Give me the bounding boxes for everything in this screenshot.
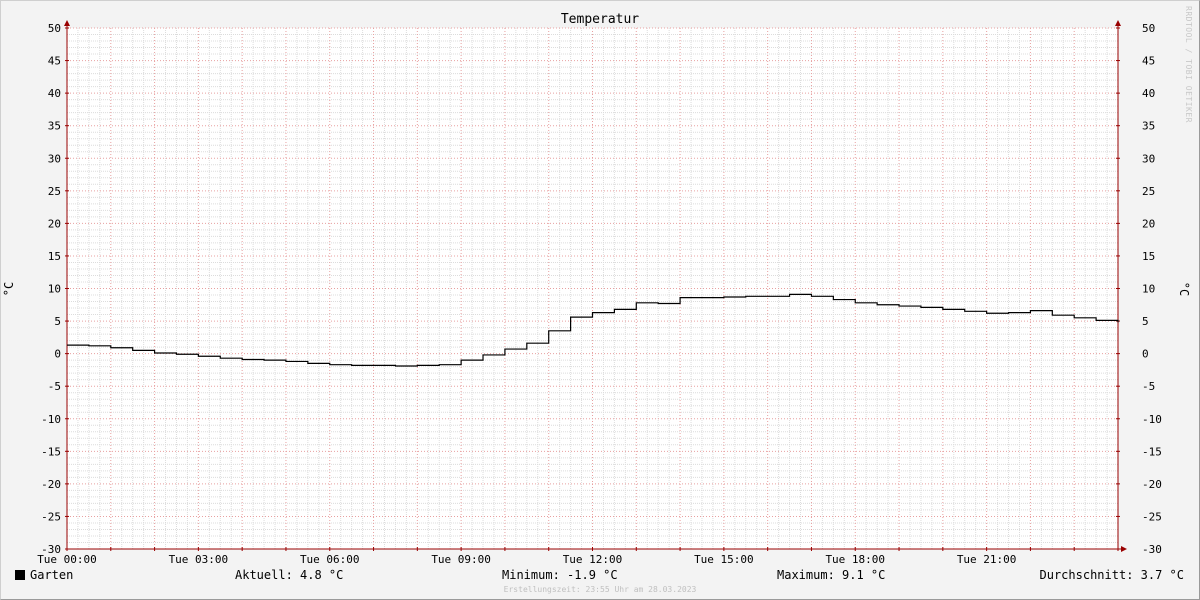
y-tick-label-left: -20 [41,478,61,491]
y-tick-label-right: 20 [1142,217,1155,230]
y-tick-label-right: -5 [1142,380,1155,393]
legend-swatch [15,570,25,580]
y-tick-label-left: 45 [48,55,61,68]
y-tick-label-right: 5 [1142,315,1149,328]
x-tick-label: Tue 12:00 [563,553,623,565]
watermark: RRDTOOL / TOBI OETIKER [1184,6,1193,123]
y-tick-label-right: -15 [1142,445,1162,458]
chart-title: Temperatur [561,12,639,27]
y-tick-label-left: 50 [48,22,61,35]
y-tick-label-right: 15 [1142,250,1155,263]
y-axis-arrow-right [1115,20,1121,26]
temperature-chart: Temperatur °C °C 50 5045 4540 4035 3530 3025 2… [2,12,1191,565]
y-tick-label-right: -20 [1142,478,1162,491]
y-tick-label-right: 50 [1142,22,1155,35]
y-tick-label-left: -5 [48,380,61,393]
legend-minimum: Minimum: -1.9 °C [502,568,618,582]
y-tick-label-left: -10 [41,413,61,426]
x-tick-label: Tue 09:00 [431,553,491,565]
y-tick-label-right: -30 [1142,543,1162,556]
legend-aktuell: Aktuell: 4.8 °C [235,568,344,582]
y-tick-label-right: 10 [1142,283,1155,296]
y-tick-label-left: 35 [48,120,61,133]
x-tick-label: Tue 00:00 [37,553,97,565]
y-axis-label-left: °C [2,282,16,296]
y-axis-arrow-left [64,20,70,26]
grid [67,27,1118,550]
y-tick-label-left: 40 [48,87,61,100]
y-tick-label-right: 0 [1142,348,1149,361]
creation-time: Erstellungszeit: 23:55 Uhr am 28.03.2023 [503,585,697,594]
y-tick-label-left: 25 [48,185,61,198]
legend: Garten Aktuell: 4.8 °C Minimum: -1.9 °C … [0,566,1200,586]
y-tick-label-left: 10 [48,283,61,296]
y-tick-label-right: 25 [1142,185,1155,198]
y-tick-label-left: 30 [48,152,61,165]
y-tick-label-left: 20 [48,217,61,230]
y-tick-label-left: -25 [41,510,61,523]
x-tick-label: Tue 15:00 [694,553,754,565]
y-tick-label-right: -25 [1142,510,1162,523]
y-tick-label-right: 35 [1142,120,1155,133]
y-tick-label-left: 0 [54,348,61,361]
x-tick-label: Tue 03:00 [169,553,229,565]
y-tick-label-right: 45 [1142,55,1155,68]
y-tick-label-left: 5 [54,315,61,328]
y-tick-label-right: 40 [1142,87,1155,100]
legend-durchschnitt: Durchschnitt: 3.7 °C [1039,568,1185,582]
y-tick-label-right: -10 [1142,413,1162,426]
y-tick-label-left: -15 [41,445,61,458]
y-tick-label-left: 15 [48,250,61,263]
y-tick-label-right: 30 [1142,152,1155,165]
y-axis-label-right: °C [1177,282,1191,296]
x-tick-label: Tue 18:00 [825,553,885,565]
legend-maximum: Maximum: 9.1 °C [777,568,886,582]
x-axis-arrow [1121,546,1127,552]
legend-series-name: Garten [30,568,74,582]
x-tick-label: Tue 21:00 [957,553,1017,565]
x-tick-label: Tue 06:00 [300,553,360,565]
